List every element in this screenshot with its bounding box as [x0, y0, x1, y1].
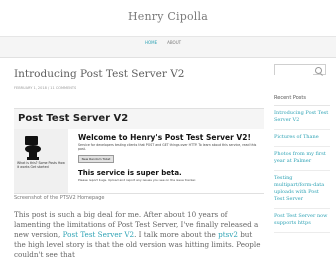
screenshot-description: Service for developers testing clients t…: [78, 143, 257, 151]
recent-post-link[interactable]: Photos from my first year at Palmer: [274, 151, 326, 164]
screenshot-beta-notice: This service is super beta.: [78, 169, 182, 177]
excerpt-text-2: . I talk more about the: [134, 230, 219, 239]
sidebar: Recent Posts Introducing Post Test Serve…: [274, 64, 330, 233]
excerpt-link-ptsv2[interactable]: ptsv2: [218, 230, 238, 239]
search-input[interactable]: [275, 73, 313, 84]
post-article: Introducing Post Test Server V2 February…: [14, 68, 264, 90]
list-item: Testing multipart/form-data uploads with…: [274, 171, 330, 209]
post-screenshot-image: Post Test Server V2 What is this? Some P…: [14, 108, 264, 194]
main-navigation: Home About: [0, 37, 336, 58]
post-excerpt: This post is such a big deal for me. Aft…: [14, 210, 263, 260]
screenshot-header-title: Post Test Server V2: [18, 113, 129, 124]
search-form: [274, 64, 326, 84]
recent-post-link[interactable]: Post Test Server now supports https: [274, 213, 327, 226]
screenshot-left-panel: What is this? Some Posts How it works Ge…: [14, 129, 68, 193]
screenshot-new-toilet-button: New Random Toilet: [78, 155, 114, 163]
list-item: Introducing Post Test Server V2: [274, 106, 330, 130]
recent-post-link[interactable]: Testing multipart/form-data uploads with…: [274, 175, 324, 202]
recent-posts-title: Recent Posts: [274, 95, 306, 101]
post-title[interactable]: Introducing Post Test Server V2: [14, 68, 264, 80]
recent-post-link[interactable]: Introducing Post Test Server V2: [274, 110, 328, 123]
screenshot-footer-text: Please report bugs. Upload and report an…: [78, 178, 197, 182]
screenshot-welcome-heading: Welcome to Henry's Post Test Server V2!: [78, 133, 251, 142]
toilet-icon: [25, 136, 41, 160]
search-icon[interactable]: [315, 67, 322, 74]
post-meta: February 1, 2018 / 11 Comments: [14, 86, 264, 90]
list-item: Post Test Server now supports https: [274, 209, 330, 233]
list-item: Pictures of Thane: [274, 130, 330, 147]
screenshot-header: Post Test Server V2: [14, 109, 264, 130]
post-comments-link[interactable]: 11 Comments: [50, 86, 76, 90]
excerpt-link-post-test-server[interactable]: Post Test Server V2: [63, 230, 135, 239]
recent-posts-list: Introducing Post Test Server V2 Pictures…: [274, 106, 330, 233]
post-date[interactable]: February 1, 2018: [14, 86, 47, 90]
screenshot-main-panel: Welcome to Henry's Post Test Server V2! …: [68, 129, 264, 193]
recent-post-link[interactable]: Pictures of Thane: [274, 134, 319, 140]
nav-item-home[interactable]: Home: [145, 40, 157, 45]
screenshot-side-links: What is this? Some Posts How it works Ge…: [17, 161, 65, 169]
nav-item-about[interactable]: About: [167, 40, 181, 45]
list-item: Photos from my first year at Palmer: [274, 147, 330, 171]
image-caption: Screenshot of the PTSV2 Homepage: [14, 195, 105, 201]
site-title[interactable]: Henry Cipolla: [0, 10, 336, 23]
nav-menu: Home About: [145, 40, 181, 45]
